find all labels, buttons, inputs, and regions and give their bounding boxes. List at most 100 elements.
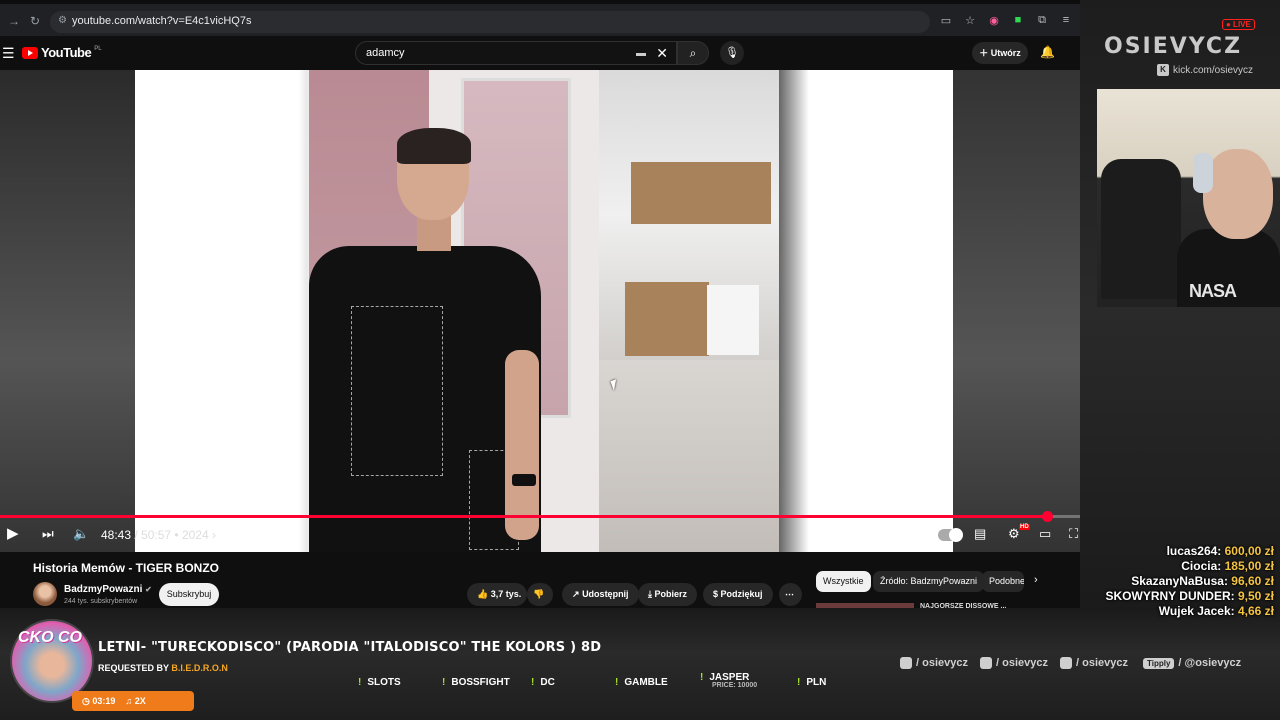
- cast-icon[interactable]: ▭: [940, 14, 952, 27]
- share-icon: ↗: [572, 589, 580, 599]
- donation-row: Ciocia: 185,00 zł: [1106, 559, 1274, 574]
- bookmark-star-icon[interactable]: ☆: [964, 14, 976, 27]
- subtitles-icon[interactable]: ▤: [974, 526, 986, 542]
- song-title: LETNI- "TURECKODISCO" (PARODIA "ITALODIS…: [98, 640, 602, 655]
- fullscreen-icon[interactable]: ⛶: [1069, 526, 1078, 542]
- channel-avatar[interactable]: [33, 582, 57, 606]
- command-label: PLN: [806, 677, 827, 688]
- player-controls: ▶ ⏭ 🔈 48:43 / 50:57 • 2024 › ▤ ⚙ HD ▭ ⛶: [0, 520, 1080, 552]
- command-label: GAMBLE: [624, 677, 668, 688]
- share-label: Udostępnij: [582, 589, 629, 599]
- more-icon: ⋯: [785, 589, 794, 599]
- kick-icon: K: [1157, 64, 1169, 76]
- browser-extension-icons: ▭ ☆ ◉ ■ ⧉ ≡: [940, 14, 1080, 27]
- youtube-play-icon: [22, 46, 38, 59]
- thanks-icon: $: [713, 589, 719, 599]
- settings-gear-icon[interactable]: ⚙: [1008, 526, 1020, 542]
- chip-similar[interactable]: Podobne: [982, 571, 1024, 592]
- chips-next-icon[interactable]: ›: [1034, 574, 1038, 586]
- address-bar[interactable]: ⚙ youtube.com/watch?v=E4c1vicHQ7s: [50, 11, 930, 33]
- tipply-badge: Tipply: [1143, 657, 1175, 669]
- command-label: BOSSFIGHT: [451, 677, 510, 688]
- command-jasper: ! JASPER PRICE: 10000: [700, 672, 757, 689]
- youtube-handle: / osievycz: [1076, 657, 1128, 669]
- command-label: DC: [540, 677, 555, 688]
- social-youtube: / osievycz: [1060, 657, 1128, 670]
- exclamation-icon: !: [531, 677, 535, 688]
- social-instagram: / osievycz: [900, 657, 968, 670]
- thanks-label: Podziękuj: [720, 589, 763, 599]
- reload-icon[interactable]: ↻: [30, 14, 40, 28]
- thanks-button[interactable]: $ Podziękuj: [703, 583, 773, 606]
- keyboard-icon[interactable]: ▬: [636, 48, 646, 59]
- create-label: Utwórz: [990, 48, 1021, 58]
- donation-row: lucas264: 600,00 zł: [1106, 544, 1274, 559]
- donor-name: Wujek Jacek:: [1158, 604, 1235, 618]
- social-tiktok: / osievycz: [980, 657, 1048, 670]
- tiktok-handle: / osievycz: [996, 657, 1048, 669]
- voice-search-button[interactable]: 🎙: [720, 41, 744, 65]
- progress-played: [0, 515, 1047, 518]
- volume-icon[interactable]: 🔈: [73, 526, 89, 542]
- play-icon[interactable]: ▶: [7, 524, 19, 542]
- extension-green-icon[interactable]: ■: [1012, 14, 1024, 27]
- subscribe-button[interactable]: Subskrybuj: [159, 583, 219, 606]
- youtube-logo[interactable]: YouTube PL: [22, 45, 102, 60]
- chapter-label[interactable]: • 2024 ›: [171, 528, 216, 542]
- youtube-header: ☰ YouTube PL adamcy ▬ ✕ ⌕ 🎙 ＋ Utwórz 🔔: [0, 36, 1080, 70]
- donor-name: Ciocia:: [1181, 559, 1222, 573]
- song-requester: REQUESTED BY B.I.E.D.R.O.N: [98, 663, 228, 673]
- dislike-button[interactable]: 👎: [527, 583, 553, 606]
- command-slots: ! SLOTS: [358, 677, 401, 688]
- social-tipply: Tipply / @osievycz: [1143, 657, 1241, 669]
- channel-name[interactable]: BadzmyPowazni ✔: [64, 584, 152, 595]
- site-info-icon[interactable]: ⚙: [58, 15, 67, 26]
- instagram-icon: [900, 657, 912, 670]
- exclamation-icon: !: [442, 677, 446, 688]
- search-query: adamcy: [366, 47, 405, 59]
- video-frame-image: [309, 70, 779, 552]
- autoplay-toggle[interactable]: [938, 528, 963, 542]
- chip-source[interactable]: Źródło: BadzmyPowazni: [873, 571, 985, 592]
- command-gamble: ! GAMBLE: [615, 677, 668, 688]
- next-icon[interactable]: ⏭: [42, 526, 54, 542]
- youtube-icon: [1060, 657, 1072, 670]
- streamer-webcam: NASA: [1097, 89, 1280, 307]
- progress-bar[interactable]: [0, 511, 1080, 522]
- song-time: 03:19: [92, 696, 116, 706]
- time-separator: /: [131, 528, 142, 542]
- notifications-bell-icon[interactable]: 🔔: [1040, 45, 1055, 59]
- donor-name: SkazanyNaBusa:: [1131, 574, 1228, 588]
- more-actions-button[interactable]: ⋯: [779, 583, 802, 606]
- duration: 50:57: [141, 528, 172, 542]
- region-code: PL: [94, 45, 102, 52]
- forward-icon[interactable]: →: [8, 14, 20, 28]
- requested-prefix: REQUESTED BY: [98, 663, 169, 673]
- chip-all[interactable]: Wszystkie: [816, 571, 871, 592]
- live-badge: ● LIVE: [1222, 19, 1255, 30]
- tipply-handle: / @osievycz: [1178, 657, 1242, 669]
- command-price: PRICE: 10000: [712, 682, 758, 689]
- create-button[interactable]: ＋ Utwórz: [972, 42, 1028, 64]
- song-stats-bar: ◷ 03:19 ♫ 2X: [72, 691, 194, 711]
- download-button[interactable]: ⤓ Pobierz: [638, 583, 698, 606]
- exclamation-icon: !: [700, 672, 704, 683]
- clear-search-icon[interactable]: ✕: [656, 45, 668, 62]
- reading-list-icon[interactable]: ≡: [1060, 14, 1072, 27]
- menu-icon[interactable]: ☰: [2, 45, 15, 62]
- extensions-puzzle-icon[interactable]: ⧉: [1036, 14, 1048, 27]
- share-button[interactable]: ↗ Udostępnij: [562, 583, 639, 606]
- theater-mode-icon[interactable]: ▭: [1039, 526, 1051, 542]
- extension-red-icon[interactable]: ◉: [988, 14, 1000, 27]
- search-button[interactable]: ⌕: [677, 41, 709, 65]
- dislike-icon: 👎: [533, 589, 545, 599]
- exclamation-icon: !: [358, 677, 362, 688]
- video-player[interactable]: [0, 70, 1080, 552]
- exclamation-icon: !: [615, 677, 619, 688]
- stream-brand: OSIEVYCZ: [1104, 34, 1243, 59]
- donation-amount: 185,00 zł: [1224, 559, 1274, 573]
- like-count: 3,7 tys.: [490, 589, 522, 599]
- donation-amount: 4,66 zł: [1237, 604, 1274, 618]
- like-button[interactable]: 👍 3,7 tys.: [467, 583, 527, 606]
- search-input[interactable]: adamcy ▬ ✕: [355, 41, 677, 65]
